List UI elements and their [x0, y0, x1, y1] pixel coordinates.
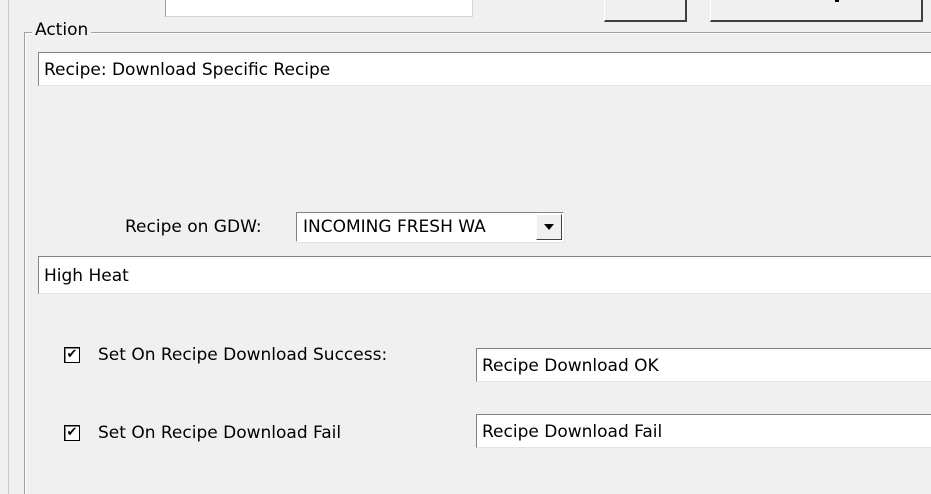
chevron-down-icon — [544, 224, 554, 230]
action-dialog: Action Recipe: Download Specific Recipe … — [0, 0, 931, 494]
outer-border — [8, 0, 9, 494]
fail-checkbox[interactable]: ✔ — [64, 425, 80, 441]
dropdown-button[interactable] — [536, 214, 562, 240]
success-checkbox[interactable]: ✔ — [64, 347, 80, 363]
recipe-on-gdw-label: Recipe on GDW: — [125, 217, 262, 237]
check-icon: ✔ — [66, 425, 78, 440]
top-button-1[interactable] — [604, 0, 687, 22]
success-checkbox-label: Set On Recipe Download Success: — [98, 345, 388, 365]
top-button-2[interactable] — [710, 0, 923, 22]
fail-checkbox-row[interactable]: ✔ Set On Recipe Download Fail — [64, 422, 341, 444]
button-mark — [835, 0, 839, 2]
fail-checkbox-label: Set On Recipe Download Fail — [98, 423, 342, 443]
recipe-on-gdw-combobox[interactable]: INCOMING FRESH WA — [296, 212, 564, 242]
success-checkbox-row[interactable]: ✔ Set On Recipe Download Success: — [64, 344, 387, 366]
top-text-field[interactable] — [165, 0, 473, 17]
success-field[interactable]: Recipe Download OK — [476, 348, 931, 382]
action-group-title: Action — [32, 18, 92, 42]
fail-field[interactable]: Recipe Download Fail — [476, 414, 931, 448]
action-field[interactable]: Recipe: Download Specific Recipe — [38, 52, 931, 86]
recipe-on-gdw-value: INCOMING FRESH WA — [303, 217, 486, 237]
recipe-name-field[interactable]: High Heat — [38, 256, 931, 294]
check-icon: ✔ — [66, 347, 78, 362]
